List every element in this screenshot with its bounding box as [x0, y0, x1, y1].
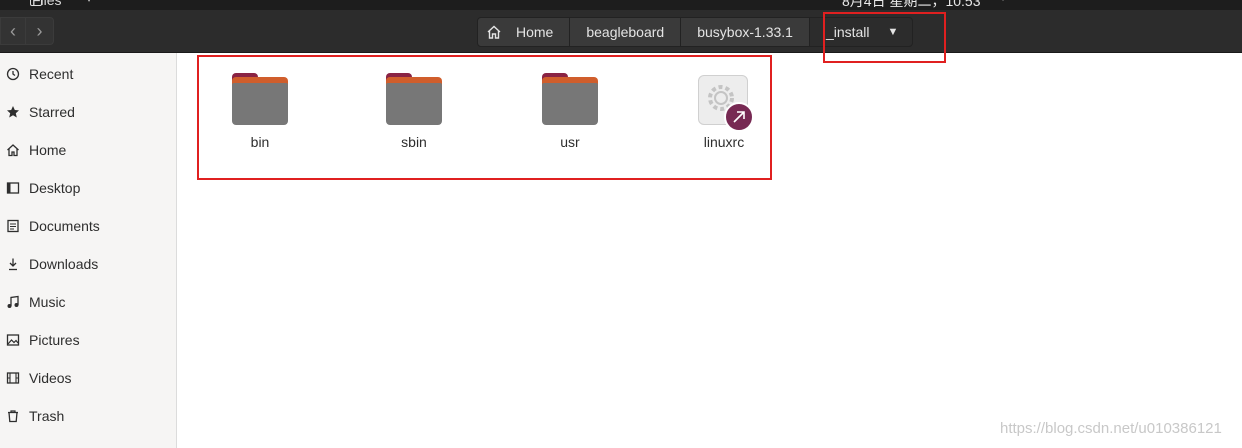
desktop-icon — [5, 180, 21, 196]
dropdown-arrow-icon[interactable]: ▼ — [888, 26, 899, 38]
sidebar-item-label: Downloads — [29, 256, 99, 272]
sidebar-item-desktop[interactable]: Desktop — [0, 173, 176, 203]
video-icon — [5, 370, 21, 386]
symlink-arrow-icon — [724, 102, 754, 132]
sidebar-item-label: Documents — [29, 218, 100, 234]
sidebar-item-label: Home — [29, 142, 67, 158]
clock-chevron-icon[interactable]: ▾ — [1000, 0, 1006, 4]
breadcrumb-busybox[interactable]: busybox-1.33.1 — [680, 17, 810, 47]
sidebar-item-label: Recent — [29, 66, 74, 82]
clock[interactable]: 8月4日 星期二，10:53 — [842, 0, 981, 10]
file-item-bin[interactable]: bin — [210, 61, 310, 157]
sidebar-item-label: Pictures — [29, 332, 80, 348]
file-name: usr — [560, 134, 580, 150]
file-item-linuxrc[interactable]: linuxrc — [674, 61, 774, 157]
document-icon — [5, 218, 21, 234]
sidebar-item-label: Music — [29, 294, 66, 310]
file-view[interactable]: bin sbin usr linuxrc — [177, 53, 1242, 448]
breadcrumb-label: _install — [825, 24, 870, 40]
breadcrumb-label: beagleboard — [586, 24, 665, 40]
sidebar: Recent Starred Home Desktop Documents Do… — [0, 53, 177, 448]
file-name: bin — [250, 134, 270, 150]
sidebar-item-label: Videos — [29, 370, 72, 386]
file-item-sbin[interactable]: sbin — [364, 61, 464, 157]
picture-icon — [5, 332, 21, 348]
sidebar-item-starred[interactable]: Starred — [0, 97, 176, 127]
breadcrumb-beagleboard[interactable]: beagleboard — [569, 17, 682, 47]
clock-icon — [5, 66, 21, 82]
chevron-right-icon: › — [36, 20, 43, 41]
breadcrumb-install[interactable]: _install ▼ — [808, 17, 914, 47]
app-menu-label[interactable]: Files — [32, 0, 62, 8]
file-name: linuxrc — [703, 134, 745, 150]
chevron-left-icon: ‹ — [10, 20, 16, 41]
star-icon — [5, 104, 21, 120]
breadcrumb-label: Home — [516, 24, 554, 40]
sidebar-item-label: Desktop — [29, 180, 81, 196]
nav-buttons: ‹ › — [0, 17, 54, 45]
sidebar-item-label: Trash — [29, 408, 65, 424]
sidebar-item-documents[interactable]: Documents — [0, 211, 176, 241]
file-item-usr[interactable]: usr — [520, 61, 620, 157]
sidebar-item-music[interactable]: Music — [0, 287, 176, 317]
music-icon — [5, 294, 21, 310]
sidebar-item-recent[interactable]: Recent — [0, 59, 176, 89]
forward-button[interactable]: › — [26, 17, 54, 45]
download-icon — [5, 256, 21, 272]
executable-link-icon — [696, 73, 754, 132]
folder-icon — [542, 73, 598, 127]
header-bar: ‹ › Home beagleboard busybox-1.33.1 _ins… — [0, 10, 1242, 53]
sidebar-item-downloads[interactable]: Downloads — [0, 249, 176, 279]
breadcrumb-home[interactable]: Home — [477, 17, 571, 47]
file-name: sbin — [401, 134, 427, 150]
home-icon — [487, 25, 501, 39]
app-menu-chevron-icon[interactable]: ▾ — [86, 0, 92, 5]
breadcrumb-label: busybox-1.33.1 — [697, 24, 793, 40]
home-icon — [5, 142, 21, 158]
sidebar-item-pictures[interactable]: Pictures — [0, 325, 176, 355]
sidebar-item-home[interactable]: Home — [0, 135, 176, 165]
sidebar-item-label: Starred — [29, 104, 75, 120]
trash-icon — [5, 408, 21, 424]
back-button[interactable]: ‹ — [0, 17, 26, 45]
folder-icon — [386, 73, 442, 127]
breadcrumb: Home beagleboard busybox-1.33.1 _install… — [477, 17, 914, 47]
sidebar-item-videos[interactable]: Videos — [0, 363, 176, 393]
watermark: https://blog.csdn.net/u010386121 — [1000, 420, 1222, 437]
top-bar: Files ▾ 8月4日 星期二，10:53 ▾ — [0, 0, 1242, 10]
sidebar-item-trash[interactable]: Trash — [0, 401, 176, 431]
folder-icon — [232, 73, 288, 127]
